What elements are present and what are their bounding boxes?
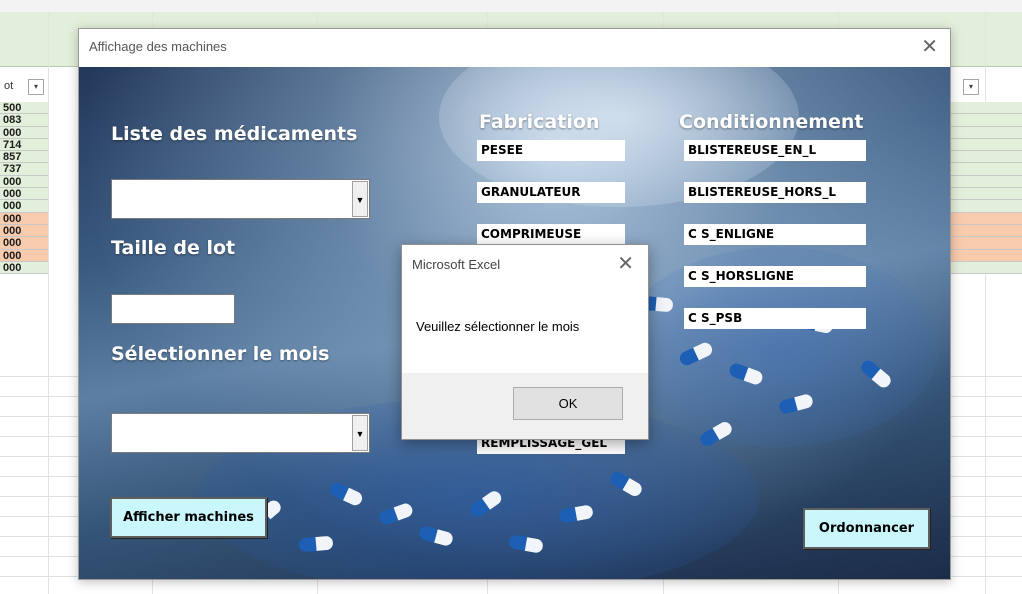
conditionnement-machine-item[interactable]: C S_PSB: [684, 308, 866, 329]
cell-value[interactable]: 000: [0, 261, 48, 275]
conditionnement-machine-item[interactable]: BLISTEREUSE_EN_L: [684, 140, 866, 161]
cell-value[interactable]: 000: [0, 224, 48, 238]
column-header-text: ot: [4, 80, 14, 92]
cell-value[interactable]: 714: [0, 138, 48, 152]
mois-combobox[interactable]: ▼: [111, 413, 370, 453]
filter-dropdown-icon[interactable]: ▾: [963, 79, 979, 95]
cell-value[interactable]: 000: [0, 212, 48, 225]
cell-value[interactable]: 000: [0, 200, 48, 213]
close-icon[interactable]: ✕: [617, 251, 634, 276]
form-title: Affichage des machines: [89, 39, 227, 54]
conditionnement-machine-item[interactable]: BLISTEREUSE_HORS_L: [684, 182, 866, 203]
column-values: 500 083 000 714 857 737 000 000 000 000 …: [0, 102, 48, 275]
ordonnancer-button[interactable]: Ordonnancer: [803, 508, 930, 549]
cell-value[interactable]: 000: [0, 237, 48, 250]
cell-value[interactable]: 857: [0, 151, 48, 164]
capsule-decor: [298, 536, 333, 553]
cell-value[interactable]: 737: [0, 163, 48, 176]
cell-value[interactable]: 000: [0, 126, 48, 139]
fabrication-machine-item[interactable]: GRANULATEUR: [477, 182, 625, 203]
dropdown-arrow-icon[interactable]: ▼: [352, 415, 368, 451]
label-liste-medicaments: Liste des médicaments: [111, 123, 358, 145]
cell-value[interactable]: 000: [0, 175, 48, 189]
medicament-combobox[interactable]: ▼: [111, 179, 370, 219]
conditionnement-machine-item[interactable]: C S_HORSLIGNE: [684, 266, 866, 287]
taille-lot-input[interactable]: [111, 294, 235, 324]
afficher-machines-button[interactable]: Afficher machines: [110, 497, 267, 538]
cell-value[interactable]: 083: [0, 114, 48, 127]
label-fabrication: Fabrication: [479, 111, 600, 133]
cell-value[interactable]: 000: [0, 249, 48, 262]
grid-line: [48, 12, 49, 594]
label-taille-lot: Taille de lot: [111, 237, 236, 259]
conditionnement-machine-item[interactable]: C S_ENLIGNE: [684, 224, 866, 245]
cell-value[interactable]: 500: [0, 102, 48, 115]
column-header-cell[interactable]: ot ▾: [0, 76, 48, 98]
fabrication-machine-item[interactable]: PESEE: [477, 140, 625, 161]
message-text: Veuillez sélectionner le mois: [416, 319, 580, 334]
dropdown-arrow-icon[interactable]: ▼: [352, 181, 368, 217]
fabrication-machine-item[interactable]: COMPRIMEUSE: [477, 224, 625, 245]
right-columns: [950, 102, 1022, 392]
cell-value[interactable]: 000: [0, 188, 48, 201]
ok-button[interactable]: OK: [513, 387, 623, 420]
label-conditionnement: Conditionnement: [679, 111, 864, 133]
form-titlebar[interactable]: Affichage des machines ✕: [79, 29, 950, 67]
message-box: Microsoft Excel ✕ Veuillez sélectionner …: [401, 244, 649, 440]
label-selectionner-mois: Sélectionner le mois: [111, 343, 330, 365]
close-icon[interactable]: ✕: [921, 35, 938, 59]
message-box-title: Microsoft Excel: [412, 257, 501, 272]
filter-dropdown-icon[interactable]: ▾: [28, 79, 44, 95]
